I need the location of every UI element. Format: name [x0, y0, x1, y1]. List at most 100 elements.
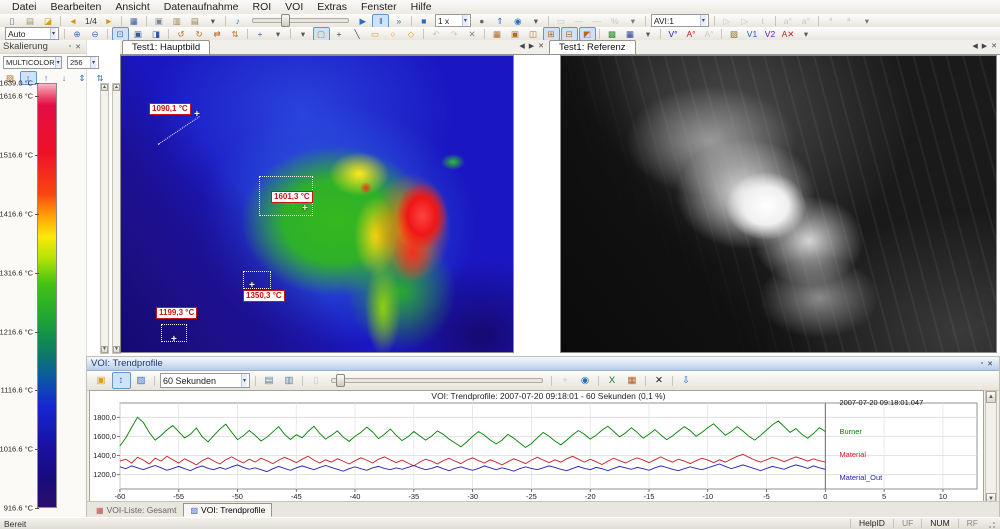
playback-more-icon[interactable]: ▾ — [527, 14, 544, 28]
excel-export-icon[interactable]: X — [603, 372, 622, 389]
scale-max-slider[interactable]: ▲▼ — [100, 83, 109, 354]
fit-window-icon[interactable]: ⊡ — [112, 27, 129, 41]
draw-line-icon[interactable]: ╲ — [349, 27, 366, 41]
save-trend-icon[interactable]: ⇩ — [677, 372, 696, 389]
trend-autoscale-icon[interactable]: ↕ — [112, 372, 131, 389]
close-window-icon[interactable]: ✕ — [538, 42, 544, 50]
menu-datei[interactable]: Datei — [5, 0, 44, 14]
slider-thumb[interactable] — [281, 14, 290, 27]
roi-edit-icon[interactable]: ▦ — [489, 27, 506, 41]
voi-more-icon[interactable]: ▾ — [640, 27, 657, 41]
flip-vertical-icon[interactable]: ⇅ — [227, 27, 244, 41]
zoom-mode-combo[interactable]: Auto▾ — [5, 27, 59, 40]
measure-point-icon[interactable]: + — [302, 205, 308, 213]
tile-icon[interactable]: — — [588, 14, 605, 28]
voi-config-icon[interactable]: ▧ — [726, 27, 743, 41]
new-report-icon[interactable]: ▤ — [22, 14, 39, 28]
voi-areas-icon[interactable]: A° — [683, 27, 700, 41]
new-image-icon[interactable]: ▯ — [4, 14, 21, 28]
menu-extras[interactable]: Extras — [310, 0, 354, 14]
isotherm-b-icon[interactable]: ▷ — [736, 14, 753, 28]
menu-hilfe[interactable]: Hilfe — [404, 0, 439, 14]
menu-fenster[interactable]: Fenster — [354, 0, 404, 14]
voi-values-icon[interactable]: V° — [665, 27, 682, 41]
window-more-icon[interactable]: ▾ — [624, 14, 641, 28]
levels-combo[interactable]: 256 ▾ — [67, 56, 99, 69]
export-more-icon[interactable]: ▾ — [204, 14, 221, 28]
alarm-low-icon[interactable]: a° — [797, 14, 814, 28]
roi-output-icon[interactable]: ⊟ — [561, 27, 578, 41]
play-icon[interactable]: ▶ — [354, 14, 371, 28]
reference-image[interactable] — [560, 55, 997, 353]
record-icon[interactable]: ● — [473, 14, 490, 28]
rotate-right-icon[interactable]: ↻ — [191, 27, 208, 41]
trend-cursor-icon[interactable]: + — [556, 372, 575, 389]
voi-show-icon[interactable]: ▩ — [604, 27, 621, 41]
alarm-high-icon[interactable]: a° — [779, 14, 796, 28]
avi-combo[interactable]: AVI:1▾ — [651, 14, 709, 27]
measurement-label-3[interactable]: 1350,3 °C — [243, 290, 285, 302]
trend-chart-canvas[interactable]: VOI: Trendprofile: 2007-07-20 09:18:01 -… — [90, 391, 983, 505]
measurement-label-2[interactable]: 1601,3 °C — [271, 191, 313, 203]
toolbar-slider[interactable] — [331, 378, 543, 383]
pause-icon[interactable]: ‖ — [372, 14, 389, 28]
isotherm-a-icon[interactable]: ▷ — [718, 14, 735, 28]
pan-icon[interactable]: + — [252, 27, 269, 41]
trend-chart[interactable]: VOI: Trendprofile: 2007-07-20 09:18:01 -… — [89, 390, 984, 506]
prev-window-icon[interactable]: ◀ — [519, 42, 524, 50]
profile-export-icon[interactable]: ▤ — [260, 372, 279, 389]
freeze-image-icon[interactable]: ◨ — [148, 27, 165, 41]
voi-add2-icon[interactable]: V2 — [762, 27, 779, 41]
draw-rect-icon[interactable]: ▭ — [367, 27, 384, 41]
zoom-out-icon[interactable]: ⊖ — [87, 27, 104, 41]
close-icon[interactable]: ✕ — [73, 43, 83, 51]
measure-region[interactable] — [243, 271, 271, 289]
copy-image-icon[interactable]: ▣ — [150, 14, 167, 28]
roi-paste-icon[interactable]: ◫ — [525, 27, 542, 41]
chart-scrollbar[interactable]: ▲ ▼ — [985, 390, 997, 506]
stop-icon[interactable]: ■ — [415, 14, 432, 28]
prev-window-icon[interactable]: ◀ — [972, 42, 977, 50]
menu-datenaufnahme[interactable]: Datenaufnahme — [157, 0, 246, 14]
prev-frame-icon[interactable]: ◄ — [65, 14, 82, 28]
tab-referenz[interactable]: Test1: Referenz — [549, 40, 636, 54]
roi-copy-icon[interactable]: ▣ — [507, 27, 524, 41]
interval-combo[interactable]: 60 Sekunden▾ — [160, 373, 250, 388]
open-folder-icon[interactable]: ◪ — [40, 14, 57, 28]
autosave-1-icon[interactable]: ª — [822, 14, 839, 28]
toolbar-slider[interactable] — [252, 18, 349, 23]
rotate-left-icon[interactable]: ↺ — [173, 27, 190, 41]
voi-list-more-icon[interactable]: ▾ — [798, 27, 815, 41]
menu-ansicht[interactable]: Ansicht — [108, 0, 156, 14]
roi-input-icon[interactable]: ⊞ — [543, 27, 560, 41]
profile-copy-icon[interactable]: ▥ — [280, 372, 299, 389]
draw-point-icon[interactable]: + — [331, 27, 348, 41]
close-window-icon[interactable]: ✕ — [991, 42, 997, 50]
next-window-icon[interactable]: ▶ — [982, 42, 987, 50]
measure-point-icon[interactable]: + — [171, 336, 177, 344]
roi-redo-icon[interactable]: ↷ — [446, 27, 463, 41]
measure-point-icon[interactable]: + — [249, 282, 255, 290]
fast-forward-icon[interactable]: » — [390, 14, 407, 28]
percent-icon[interactable]: % — [606, 14, 623, 28]
trigger-icon[interactable]: t — [754, 14, 771, 28]
close-icon[interactable]: ✕ — [985, 360, 995, 368]
flip-horizontal-icon[interactable]: ⇄ — [209, 27, 226, 41]
thermal-image[interactable]: + 1090,1 °C + 1601,3 °C + 1350,3 °C 1199… — [120, 55, 514, 353]
tab-hauptbild[interactable]: Test1: Hauptbild — [122, 40, 210, 54]
autosave-2-icon[interactable]: ª — [840, 14, 857, 28]
tab-voi-trendprofile[interactable]: ▨ VOI: Trendprofile — [183, 503, 272, 517]
next-frame-icon[interactable]: ► — [100, 14, 117, 28]
speed-combo[interactable]: 1 x▾ — [435, 14, 471, 27]
view-more-icon[interactable]: ▾ — [270, 27, 287, 41]
menu-voi[interactable]: VOI — [278, 0, 310, 14]
roi-delete-icon[interactable]: ✕ — [464, 27, 481, 41]
slider-thumb[interactable] — [336, 374, 345, 387]
menu-roi[interactable]: ROI — [245, 0, 278, 14]
trend-settings-icon[interactable]: ▨ — [132, 372, 151, 389]
roi-export-icon[interactable]: ◩ — [579, 27, 596, 41]
link-windows-icon[interactable]: ▭ — [552, 14, 569, 28]
save-icon[interactable]: ▦ — [125, 14, 142, 28]
voi-stats-icon[interactable]: A° — [701, 27, 718, 41]
table-view-icon[interactable]: ▦ — [623, 372, 642, 389]
